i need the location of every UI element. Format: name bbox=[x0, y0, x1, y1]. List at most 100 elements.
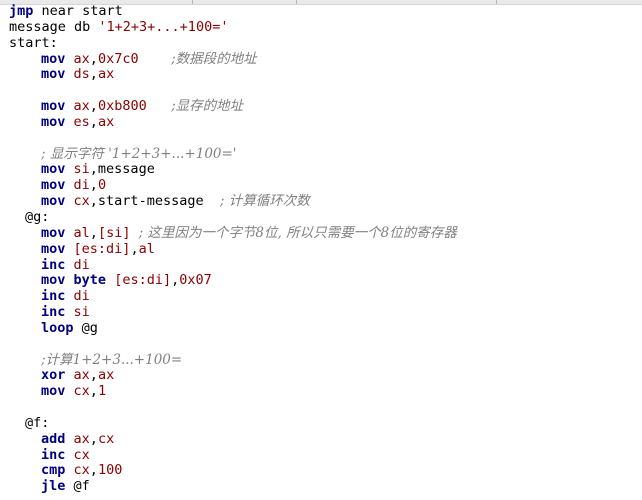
code-line: loop @g bbox=[9, 319, 457, 337]
instruction-keyword: mov bbox=[41, 272, 66, 289]
code-line: mov ax,0x7c0 ;数据段的地址 bbox=[9, 50, 457, 68]
separator: , bbox=[89, 367, 98, 384]
instruction-keyword: inc bbox=[41, 256, 66, 273]
separator: , bbox=[89, 113, 98, 130]
instruction-keyword: mov bbox=[41, 224, 66, 241]
instruction-keyword: cmp bbox=[41, 462, 66, 479]
number-literal: 0x07 bbox=[179, 272, 212, 289]
code-line: inc di bbox=[9, 256, 457, 274]
memory-operand: [es:di] bbox=[114, 272, 172, 289]
code-line: mov cx,1 bbox=[9, 383, 457, 400]
code-line: mov cx,start-message ; 计算循环次数 bbox=[9, 193, 457, 210]
register: ax bbox=[97, 113, 115, 130]
register: cx bbox=[73, 462, 90, 479]
register: ax bbox=[97, 367, 115, 384]
number-literal: 1 bbox=[97, 383, 107, 400]
register: di bbox=[73, 256, 90, 273]
code-line: start: bbox=[9, 35, 457, 52]
code-line: mov di,0 bbox=[9, 177, 457, 194]
instruction-keyword: mov bbox=[41, 240, 66, 257]
register: di bbox=[73, 288, 90, 305]
register: cx bbox=[97, 430, 115, 447]
register: si bbox=[73, 161, 90, 178]
code-line: ; 显示字符 '1+2+3+...+100=' bbox=[9, 145, 457, 163]
instruction-keyword: mov bbox=[41, 50, 66, 67]
instruction-keyword: inc bbox=[41, 304, 66, 321]
code-line: @f: bbox=[9, 414, 457, 432]
code-line: cmp cx,100 bbox=[9, 463, 457, 479]
register: al bbox=[138, 240, 155, 257]
code-label: @g: bbox=[25, 208, 50, 225]
register: al bbox=[73, 224, 90, 241]
code-line: inc cx bbox=[9, 446, 457, 464]
string-literal: '1+2+3+...+100=' bbox=[98, 18, 229, 35]
code-line: inc si bbox=[9, 304, 457, 321]
code-line: mov si,message bbox=[9, 162, 457, 178]
separator: , bbox=[171, 272, 180, 289]
code-line: jle @f bbox=[9, 478, 457, 495]
register: ax bbox=[73, 98, 90, 115]
code-line: @g: bbox=[9, 208, 457, 226]
separator: , bbox=[130, 240, 139, 257]
register: cx bbox=[73, 193, 90, 210]
instruction-keyword: jle bbox=[41, 478, 66, 495]
instruction-keyword: mov bbox=[41, 193, 66, 210]
register: es bbox=[73, 113, 90, 130]
number-literal: 0x7c0 bbox=[97, 50, 139, 67]
code-line: mov ds,ax bbox=[9, 66, 457, 83]
register: ax bbox=[73, 430, 90, 447]
code-comment: ;数据段的地址 bbox=[171, 50, 257, 67]
code-comment: ; 这里因为一个字节8位, 所以只需要一个8位的寄存器 bbox=[138, 224, 457, 241]
code-label: @f: bbox=[25, 414, 50, 431]
separator: , bbox=[89, 98, 98, 115]
number-literal: 100 bbox=[97, 462, 123, 479]
instruction-keyword: add bbox=[41, 430, 66, 447]
code-area[interactable]: jmp near start message db '1+2+3+...+100… bbox=[9, 3, 457, 495]
instruction-keyword: jmp bbox=[9, 3, 34, 19]
code-line: mov al,[si] ; 这里因为一个字节8位, 所以只需要一个8位的寄存器 bbox=[9, 224, 457, 242]
separator: , bbox=[89, 462, 98, 479]
code-line: mov es,ax bbox=[9, 113, 457, 131]
instruction-keyword: mov bbox=[41, 161, 66, 178]
memory-operand: [es:di] bbox=[73, 240, 131, 257]
memory-operand: [si] bbox=[97, 224, 131, 241]
register: ax bbox=[73, 50, 90, 67]
register: cx bbox=[73, 446, 90, 463]
code-line: add ax,cx bbox=[9, 430, 457, 448]
tab-divider bbox=[496, 0, 497, 4]
operand-text: near start bbox=[33, 3, 123, 19]
code-comment: ; 显示字符 '1+2+3+...+100=' bbox=[41, 145, 237, 162]
separator: , bbox=[89, 50, 98, 67]
code-comment: ; 计算循环次数 bbox=[219, 193, 310, 210]
number-literal: 0 bbox=[97, 177, 107, 194]
instruction-keyword: xor bbox=[41, 367, 66, 384]
number-literal: 0xb800 bbox=[97, 98, 147, 115]
code-line: jmp near start bbox=[9, 3, 457, 20]
code-editor[interactable]: jmp near start message db '1+2+3+...+100… bbox=[0, 0, 642, 500]
register: di bbox=[73, 177, 90, 194]
operand-text: @f bbox=[65, 478, 90, 495]
register: si bbox=[73, 304, 90, 321]
operand-text: @g bbox=[73, 319, 98, 336]
